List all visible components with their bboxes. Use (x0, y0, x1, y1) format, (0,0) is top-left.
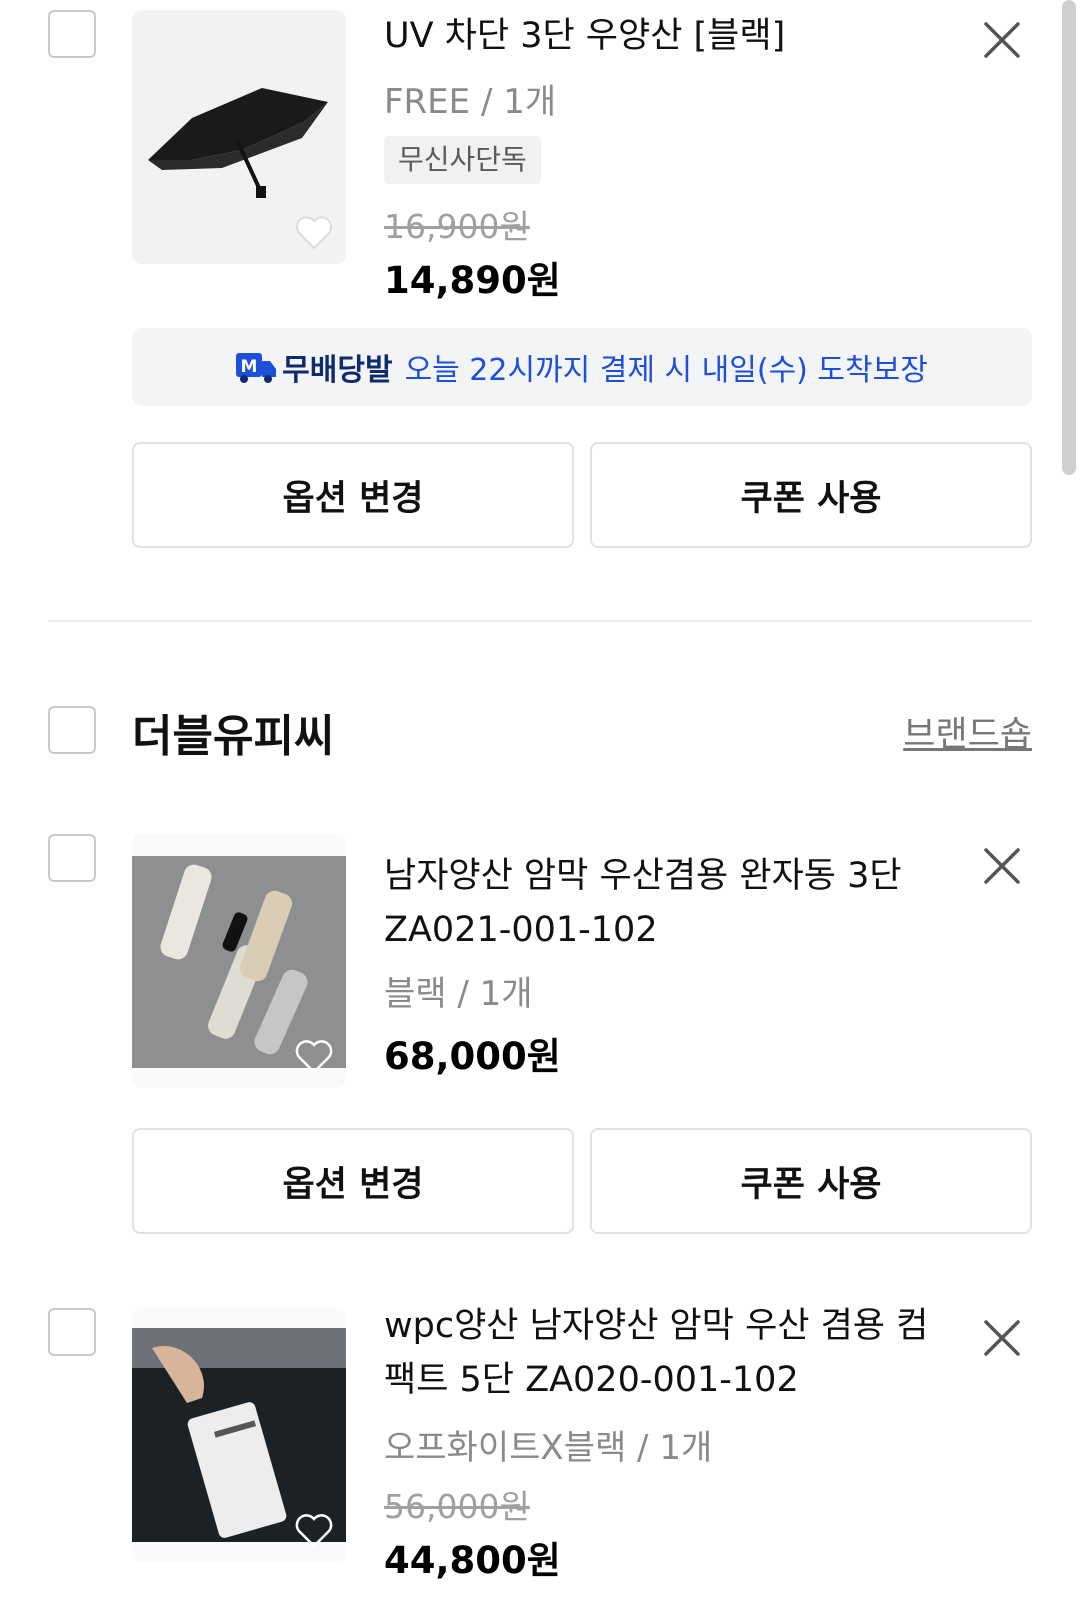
product-name-line1[interactable]: 남자양산 암막 우산겸용 완자동 3단 (384, 848, 902, 904)
product-name-line2[interactable]: ZA021-001-102 (384, 902, 658, 958)
use-coupon-button[interactable]: 쿠폰 사용 (590, 442, 1032, 548)
truck-icon: M (236, 353, 277, 383)
product-name-line2[interactable]: 팩트 5단 ZA020-001-102 (384, 1352, 799, 1408)
scrollbar[interactable] (1062, 0, 1076, 475)
close-icon[interactable] (982, 846, 1022, 886)
logo-letter: M (241, 357, 258, 377)
item-checkbox[interactable] (48, 1308, 96, 1356)
item-checkbox[interactable] (48, 10, 96, 58)
heart-icon[interactable] (294, 214, 334, 250)
original-price: 56,000원 (384, 1487, 530, 1526)
item-checkbox[interactable] (48, 834, 96, 882)
close-icon[interactable] (982, 20, 1022, 60)
brand-shop-link[interactable]: 브랜드숍 (903, 706, 1032, 757)
heart-icon[interactable] (294, 1038, 334, 1074)
exclusive-badge: 무신사단독 (384, 136, 541, 184)
delivery-logo: M 무배당발 (236, 345, 393, 389)
product-option: FREE / 1개 (384, 82, 557, 122)
section-divider (48, 620, 1032, 622)
sale-price: 68,000원 (384, 1035, 561, 1078)
brand-checkbox[interactable] (48, 706, 96, 754)
product-option: 오프화이트X블랙 / 1개 (384, 1428, 713, 1468)
product-name-line1[interactable]: wpc양산 남자양산 암막 우산 겸용 컴 (384, 1298, 928, 1354)
heart-icon[interactable] (294, 1512, 334, 1548)
original-price: 16,900원 (384, 207, 530, 246)
use-coupon-button[interactable]: 쿠폰 사용 (590, 1128, 1032, 1234)
change-option-button[interactable]: 옵션 변경 (132, 1128, 574, 1234)
close-icon[interactable] (982, 1318, 1022, 1358)
sale-price: 14,890원 (384, 259, 561, 302)
delivery-banner: M 무배당발 오늘 22시까지 결제 시 내일(수) 도착보장 (132, 328, 1032, 406)
product-option: 블랙 / 1개 (384, 974, 533, 1014)
product-image-compact-umbrella[interactable] (132, 1308, 346, 1562)
delivery-message: 오늘 22시까지 결제 시 내일(수) 도착보장 (404, 353, 928, 388)
sale-price: 44,800원 (384, 1539, 561, 1582)
change-option-button[interactable]: 옵션 변경 (132, 442, 574, 548)
brand-name: 더블유피씨 (132, 711, 335, 762)
product-name[interactable]: UV 차단 3단 우양산 [블랙] (384, 8, 785, 64)
product-image-umbrellas[interactable] (132, 834, 346, 1088)
delivery-label: 무배당발 (282, 353, 393, 388)
product-image-umbrella[interactable] (132, 10, 346, 264)
